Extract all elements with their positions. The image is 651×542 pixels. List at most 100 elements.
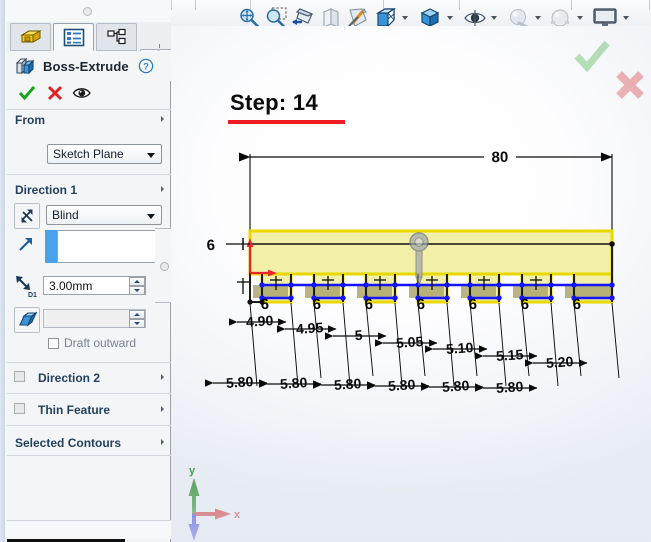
section-header-direction1[interactable]: Direction 1 (7, 180, 171, 202)
section-header-thin-feature[interactable]: Thin Feature (7, 400, 171, 422)
model-body[interactable] (247, 229, 615, 305)
dimension-value-gap-1: 5.80 (226, 373, 255, 391)
direction-reference-color-swatch (45, 230, 57, 263)
preview-button[interactable] (72, 85, 94, 101)
dimension-value-pitch-6: 5.15 (496, 346, 525, 364)
draft-on-off-button[interactable] (14, 307, 40, 333)
section-label-direction2: Direction 2 (38, 371, 101, 385)
depth-value: 3.00mm (49, 279, 93, 293)
section-header-from[interactable]: From (7, 110, 171, 132)
dimension-value-tooth-3: 6 (364, 296, 373, 313)
page-title: Boss-Extrude (43, 58, 129, 74)
chevron-down-icon[interactable] (535, 16, 541, 20)
configuration-icon (106, 28, 126, 44)
eye-icon (72, 88, 91, 98)
caret-down-icon (134, 289, 140, 292)
dimension-value-80: 80 (491, 149, 508, 166)
draft-outward-label: Draft outward (64, 336, 137, 350)
from-start-condition-value: Sketch Plane (53, 147, 124, 161)
tab-scroll-tick (159, 44, 160, 48)
dimension-value-tooth-5: 6 (468, 296, 477, 313)
check-icon (18, 86, 36, 101)
depth-dimension-icon: D1 (14, 274, 40, 298)
sidebar-item-feature-manager[interactable] (10, 23, 51, 51)
confirm-corner-accept[interactable] (572, 38, 612, 72)
draft-stepper-up[interactable] (129, 310, 145, 319)
end-condition-value: Blind (52, 208, 79, 222)
dimension-value-pitch-2: 4.95 (296, 319, 325, 337)
collapse-chevron-icon (161, 186, 164, 192)
chevron-down-icon (147, 214, 155, 219)
property-manager-title-row: Boss-Extrude ? (7, 51, 171, 81)
draft-stepper-down[interactable] (129, 319, 145, 328)
section-header-selected-contours[interactable]: Selected Contours (7, 433, 171, 455)
divider (7, 362, 171, 363)
depth-stepper[interactable] (129, 277, 145, 295)
step-annotation-underline (228, 120, 345, 124)
step-annotation: Step: 14 (230, 90, 318, 116)
depth-stepper-down[interactable] (129, 286, 145, 295)
panel-top-strip (7, 0, 171, 23)
help-icon[interactable]: ? (138, 58, 154, 74)
dimension-value-tooth-7: 6 (572, 296, 581, 313)
dimension-value-left-6: 6 (206, 237, 215, 254)
end-condition-select[interactable]: Blind (46, 205, 162, 225)
collapse-chevron-icon (161, 116, 164, 122)
property-list-icon (63, 28, 84, 46)
section-label-direction1: Direction 1 (15, 183, 78, 197)
chevron-down-icon[interactable] (491, 16, 497, 20)
section-header-direction2[interactable]: Direction 2 (7, 368, 171, 390)
section-label-selected-contours: Selected Contours (15, 436, 122, 450)
collapse-chevron-icon (161, 439, 164, 445)
dimension-row-gaps[interactable]: 5.80 5.80 5.80 5.80 5.80 5.80 (204, 373, 538, 396)
collapse-chevron-icon (161, 374, 164, 380)
callout-dot-icon (160, 262, 169, 271)
close-icon (47, 85, 63, 101)
dimension-value-pitch-5: 5.10 (446, 339, 475, 357)
accept-button[interactable] (17, 83, 37, 103)
dimension-value-gap-4: 5.80 (388, 376, 417, 394)
reverse-direction-button[interactable] (14, 203, 40, 229)
chevron-down-icon[interactable] (623, 16, 629, 20)
dimension-value-gap-6: 5.80 (496, 378, 525, 396)
direction-reference-icon (17, 235, 35, 253)
main-pane: HEYYYY (Default<<Defa... Step: 14 (171, 0, 651, 542)
dimension-value-tooth-2: 6 (312, 296, 321, 313)
depth-stepper-up[interactable] (129, 277, 145, 286)
viewport-floor-sheen (171, 422, 651, 542)
confirm-corner-cancel[interactable] (613, 68, 647, 102)
chevron-down-icon[interactable] (447, 16, 453, 20)
chevron-down-icon[interactable] (577, 16, 583, 20)
chevron-down-icon[interactable] (402, 16, 408, 20)
divider (7, 425, 171, 426)
draft-outward-checkbox[interactable] (48, 338, 59, 349)
solidworks-window: Boss-Extrude ? From Sketch Plane Directi… (0, 0, 651, 542)
dimension-value-gap-5: 5.80 (442, 377, 471, 395)
caret-up-icon (134, 280, 140, 283)
dimension-value-gap-2: 5.80 (280, 374, 309, 392)
draft-angle-stepper[interactable] (129, 310, 145, 328)
section-label-from: From (15, 113, 45, 127)
dimension-value-gap-3: 5.80 (334, 375, 363, 393)
svg-text:D1: D1 (28, 292, 37, 298)
cancel-button[interactable] (45, 83, 65, 103)
sidebar-item-configuration-manager[interactable] (96, 23, 137, 51)
reverse-direction-icon (21, 209, 33, 223)
direction-reference-field[interactable] (57, 230, 160, 263)
close-icon (616, 71, 644, 99)
dimension-value-pitch-1: 4.90 (246, 312, 275, 330)
sidebar-item-property-manager[interactable] (53, 23, 94, 51)
dimension-plate-thickness[interactable]: 6 (206, 237, 250, 254)
from-start-condition-select[interactable]: Sketch Plane (47, 144, 162, 164)
draft-angle-icon (19, 311, 37, 327)
collapse-chevron-icon (161, 406, 164, 412)
property-manager-panel: Boss-Extrude ? From Sketch Plane Directi… (0, 0, 177, 542)
graphics-viewport[interactable]: Step: 14 80 6 6 6 6 6 6 6 6 4.90 4.95 5 … (171, 26, 651, 542)
panel-pin-dot[interactable] (83, 7, 92, 16)
dimension-value-pitch-3: 5 (354, 327, 363, 344)
divider (7, 393, 171, 394)
dimension-row-pitch[interactable]: 4.90 4.95 5 5.05 5.10 5.15 5.20 (228, 312, 588, 371)
dimension-value-tooth-6: 6 (520, 296, 529, 313)
extrude-feature-icon (15, 56, 35, 76)
caret-up-icon (134, 313, 140, 316)
